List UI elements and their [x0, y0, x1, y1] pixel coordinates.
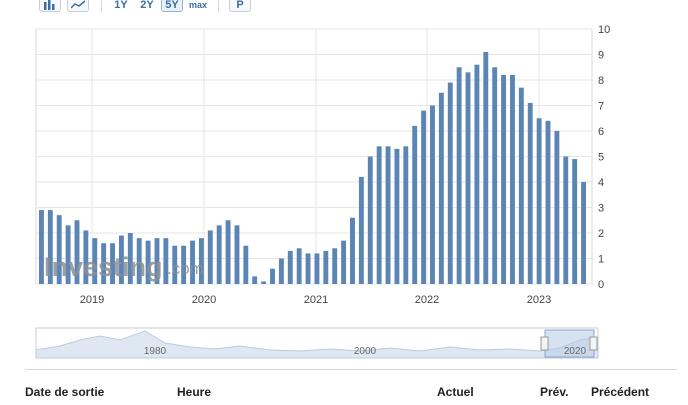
bar [207, 230, 213, 284]
y-tick-label: 4 [598, 177, 604, 189]
x-tick-label: 2022 [415, 294, 439, 306]
navigator-year-label: 1980 [144, 346, 167, 357]
bar [501, 74, 507, 285]
bar [438, 92, 444, 284]
bar [563, 156, 569, 284]
bar [518, 87, 524, 285]
col-previous[interactable]: Précédent [591, 385, 649, 399]
x-tick-label: 2021 [304, 294, 328, 306]
bar [447, 82, 453, 284]
bar [332, 248, 338, 284]
bar [536, 118, 542, 284]
bar [350, 217, 355, 284]
col-forecast[interactable]: Prév. [540, 385, 568, 399]
bar [314, 253, 320, 284]
navigator-year-label: 2020 [564, 346, 587, 357]
y-tick-label: 6 [598, 126, 604, 138]
x-axis: 2019 2020 2021 2022 2023 [80, 294, 551, 306]
bar [278, 258, 284, 284]
y-tick-label: 0 [598, 279, 604, 291]
bar [492, 67, 498, 284]
bar [216, 225, 222, 284]
bar [358, 176, 364, 284]
col-release-date[interactable]: Date de sortie [25, 385, 104, 399]
bar [243, 245, 249, 284]
bar [296, 248, 302, 284]
bar [581, 182, 586, 284]
watermark-suffix: .com [167, 259, 204, 278]
navigator-left-handle [540, 336, 549, 351]
bar [385, 146, 391, 284]
bar [465, 72, 471, 284]
y-tick-label: 2 [598, 228, 604, 240]
bar [456, 67, 462, 284]
x-tick-label: 2019 [80, 294, 104, 306]
bar [341, 240, 347, 284]
y-tick-label: 1 [598, 254, 604, 266]
table-header-divider [25, 369, 677, 370]
bar [412, 125, 418, 285]
bar [545, 120, 551, 284]
watermark-brand: Investing [44, 252, 163, 282]
bar [234, 225, 240, 284]
bar [270, 268, 275, 284]
range-navigator[interactable]: 1980 2000 2020 [35, 327, 599, 359]
bar [430, 105, 435, 284]
bar [483, 51, 489, 285]
y-tick-label: 9 [598, 50, 604, 62]
col-actual[interactable]: Actuel [437, 385, 474, 399]
bar [323, 250, 329, 284]
navigator-year-label: 2000 [354, 346, 377, 357]
y-tick-label: 5 [598, 152, 604, 164]
bar [510, 74, 515, 285]
bar [367, 156, 373, 284]
chart-area: Investing .com 0 1 2 3 4 5 6 7 8 9 10 2019 2020 2021… [35, 24, 610, 359]
bar [527, 102, 533, 284]
bar [252, 276, 258, 284]
navigator-right-handle [589, 336, 598, 351]
col-time[interactable]: Heure [177, 385, 211, 399]
bar [403, 146, 409, 284]
bar [287, 250, 293, 284]
bar [225, 220, 231, 284]
bar [376, 146, 382, 284]
bar [554, 131, 560, 284]
bar [305, 253, 311, 284]
y-axis: 0 1 2 3 4 5 6 7 8 9 10 [598, 24, 610, 291]
bar [474, 64, 480, 284]
bar [261, 281, 267, 284]
bar [421, 110, 427, 284]
bar [394, 148, 400, 284]
y-tick-label: 8 [598, 75, 604, 87]
bar [572, 159, 578, 284]
x-tick-label: 2023 [527, 294, 551, 306]
y-tick-label: 7 [598, 101, 604, 113]
y-tick-label: 10 [598, 24, 610, 36]
x-tick-label: 2020 [192, 294, 216, 306]
y-tick-label: 3 [598, 203, 604, 215]
